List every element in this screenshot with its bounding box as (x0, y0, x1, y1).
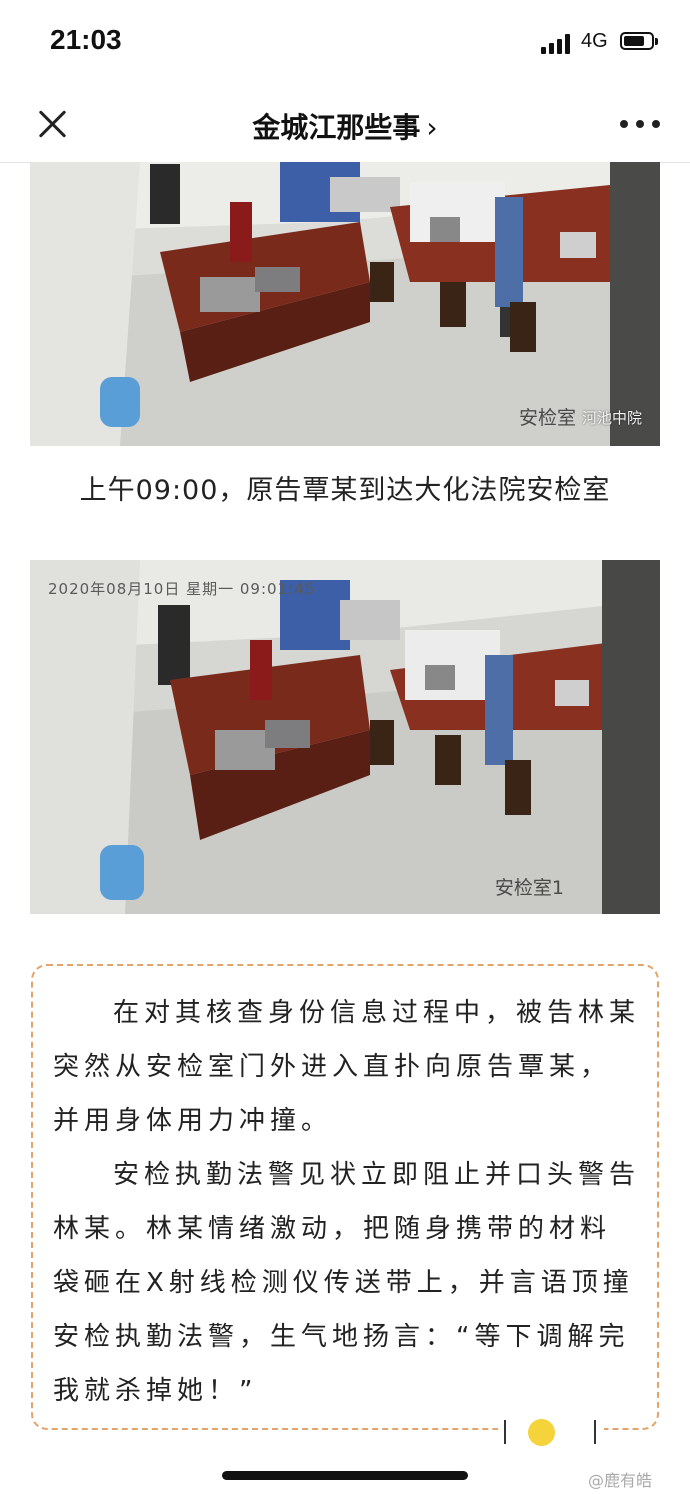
status-bar: 21:03 4G (0, 0, 690, 86)
photo-timestamp: 2020年08月10日 星期一 09:01:45 (48, 580, 316, 598)
account-title-link[interactable]: 金城江那些事 › (0, 106, 690, 146)
photo-room-label: 安检室 (518, 407, 576, 429)
more-icon[interactable] (620, 120, 660, 130)
cctv-photo-1: 安检室 河池中院 (30, 162, 660, 446)
status-time: 21:03 (50, 24, 122, 55)
weibo-watermark: @鹿有皓 (588, 1471, 653, 1490)
dot-icon (528, 1419, 555, 1446)
home-indicator[interactable] (222, 1471, 468, 1480)
nav-bar: 金城江那些事 › (0, 86, 690, 163)
paragraph: 在对其核查身份信息过程中，被告林某突然从安检室门外进入直扑向原告覃某，并用身体用… (53, 998, 641, 1136)
chevron-right-icon: › (426, 111, 438, 144)
signal-strength-icon (541, 34, 573, 54)
battery-icon (620, 32, 658, 50)
photo-caption: 上午09:00，原告覃某到达大化法院安检室 (79, 475, 611, 506)
cctv-scene-2 (30, 560, 660, 914)
account-name: 金城江那些事 (252, 111, 421, 144)
network-type: 4G (581, 30, 608, 52)
cctv-photo-2: 2020年08月10日 星期一 09:01:45 安检室1 (30, 560, 660, 914)
paragraph: 安检执勤法警见状立即阻止并口头警告林某。林某情绪激动，把随身携带的材料袋砸在X射… (53, 1160, 641, 1406)
quote-box-ornament (498, 1418, 604, 1448)
photo-room-label: 安检室1 (494, 877, 564, 899)
quote-box: 在对其核查身份信息过程中，被告林某突然从安检室门外进入直扑向原告覃某，并用身体用… (31, 964, 659, 1430)
photo-source-watermark: 河池中院 (581, 409, 642, 427)
